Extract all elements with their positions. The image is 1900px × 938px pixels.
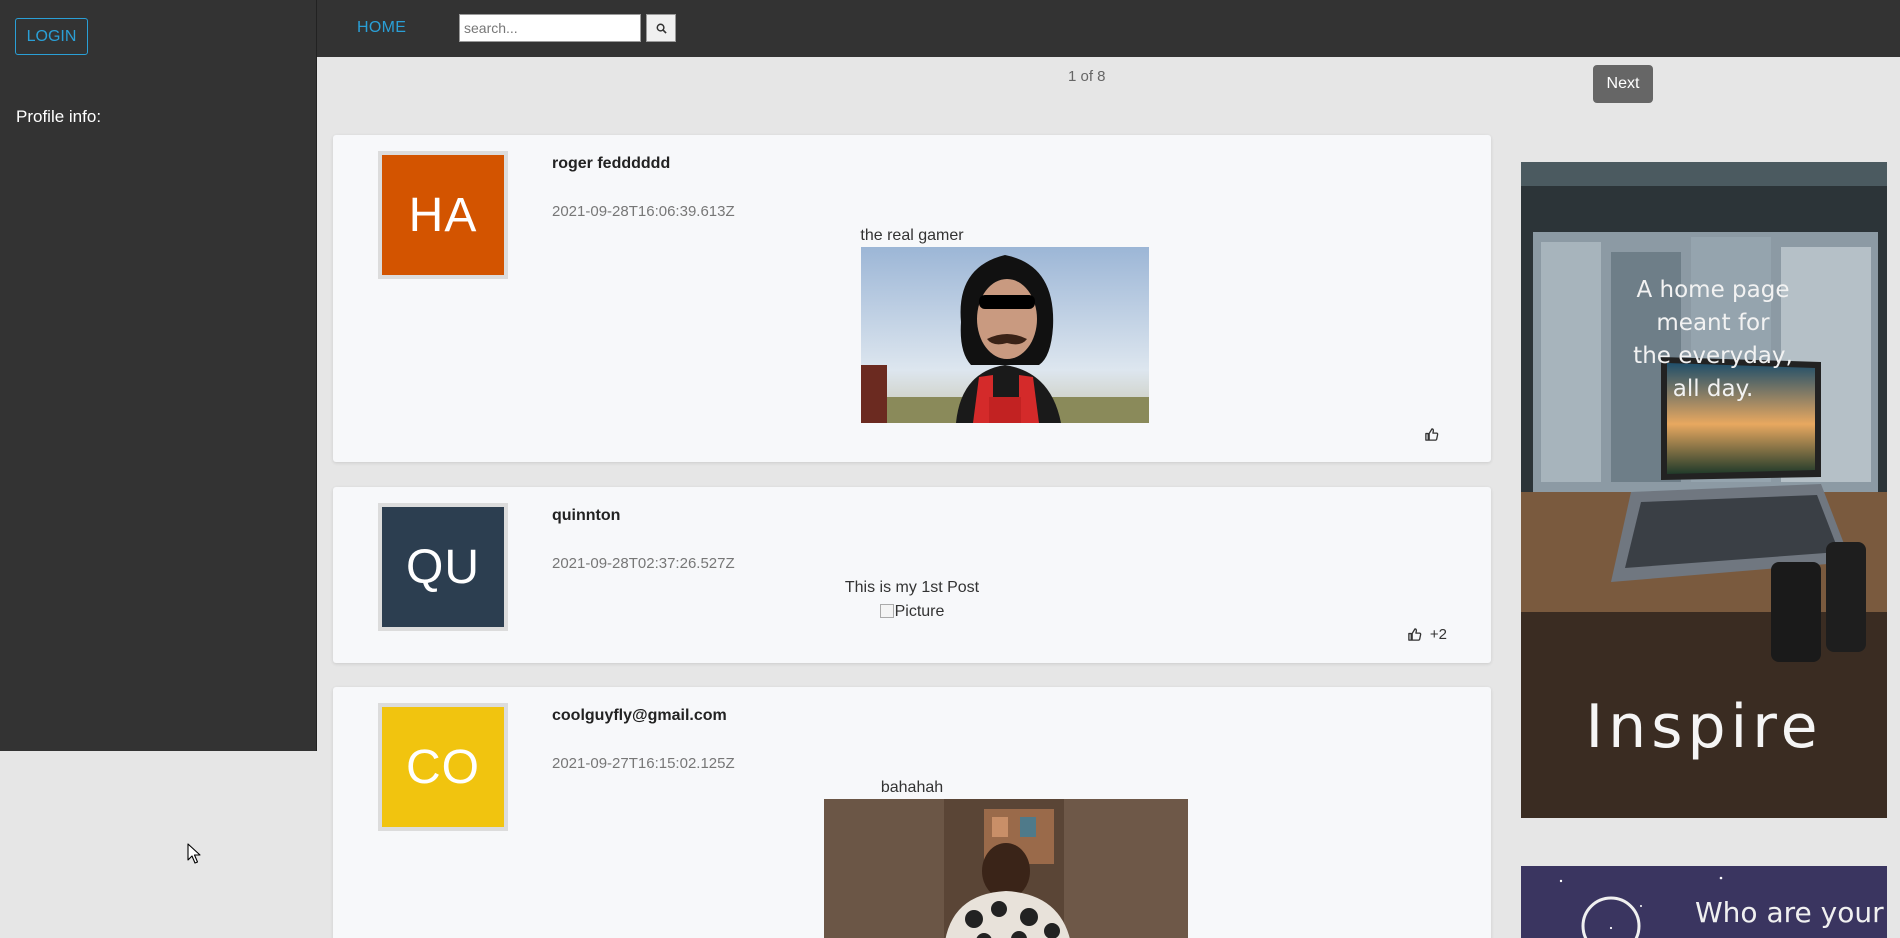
post-image[interactable] <box>824 799 1188 938</box>
like-button[interactable] <box>1424 427 1447 442</box>
search-button[interactable] <box>646 14 676 42</box>
broken-image-icon <box>879 604 894 618</box>
avatar[interactable]: HA <box>378 151 508 279</box>
ad-banner-night[interactable]: Who are your <box>1521 866 1887 938</box>
sidebar: LOGIN Profile info: <box>0 0 317 751</box>
post-content: This is my 1st Post <box>844 579 980 596</box>
post-content: the real gamer <box>860 227 964 244</box>
post-author[interactable]: quinnton <box>552 507 620 525</box>
login-button[interactable]: LOGIN <box>15 18 88 55</box>
post-timestamp: 2021-09-28T16:06:39.613Z <box>552 203 735 220</box>
ad-tagline: Who are your <box>1695 896 1884 929</box>
thumbs-up-icon <box>1408 628 1422 641</box>
post-image-broken: Picture <box>333 603 1491 621</box>
like-button[interactable]: +2 <box>1407 626 1447 643</box>
next-page-button[interactable]: Next <box>1593 65 1653 103</box>
profile-info-label: Profile info: <box>16 107 102 126</box>
post-timestamp: 2021-09-27T16:15:02.125Z <box>552 755 735 772</box>
post-card: HA roger fedddddd 2021-09-28T16:06:39.61… <box>333 135 1491 462</box>
post-card: CO coolguyfly@gmail.com 2021-09-27T16:15… <box>333 687 1491 938</box>
avatar[interactable]: CO <box>378 703 508 831</box>
image-alt-text: Picture <box>894 603 945 620</box>
post-author[interactable]: roger fedddddd <box>552 155 670 173</box>
pagination-status: 1 of 8 <box>1068 68 1106 85</box>
post-card: QU quinnton 2021-09-28T02:37:26.527Z Thi… <box>333 487 1491 663</box>
nav-home-link[interactable]: HOME <box>357 19 406 37</box>
ad-title: Inspire <box>1585 692 1823 762</box>
post-content: bahahah <box>880 779 944 796</box>
thumbs-up-icon <box>1425 428 1439 441</box>
search-icon <box>656 23 667 34</box>
ad-tagline: A home page meant for the everyday, all … <box>1633 277 1793 402</box>
like-count: +2 <box>1429 626 1447 643</box>
post-image[interactable] <box>861 247 1149 423</box>
mouse-cursor-icon <box>187 843 201 864</box>
ad-banner-inspire[interactable]: A home page meant for the everyday, all … <box>1521 162 1887 818</box>
post-author[interactable]: coolguyfly@gmail.com <box>552 707 727 725</box>
search-input[interactable] <box>459 14 641 42</box>
post-timestamp: 2021-09-28T02:37:26.527Z <box>552 555 735 572</box>
